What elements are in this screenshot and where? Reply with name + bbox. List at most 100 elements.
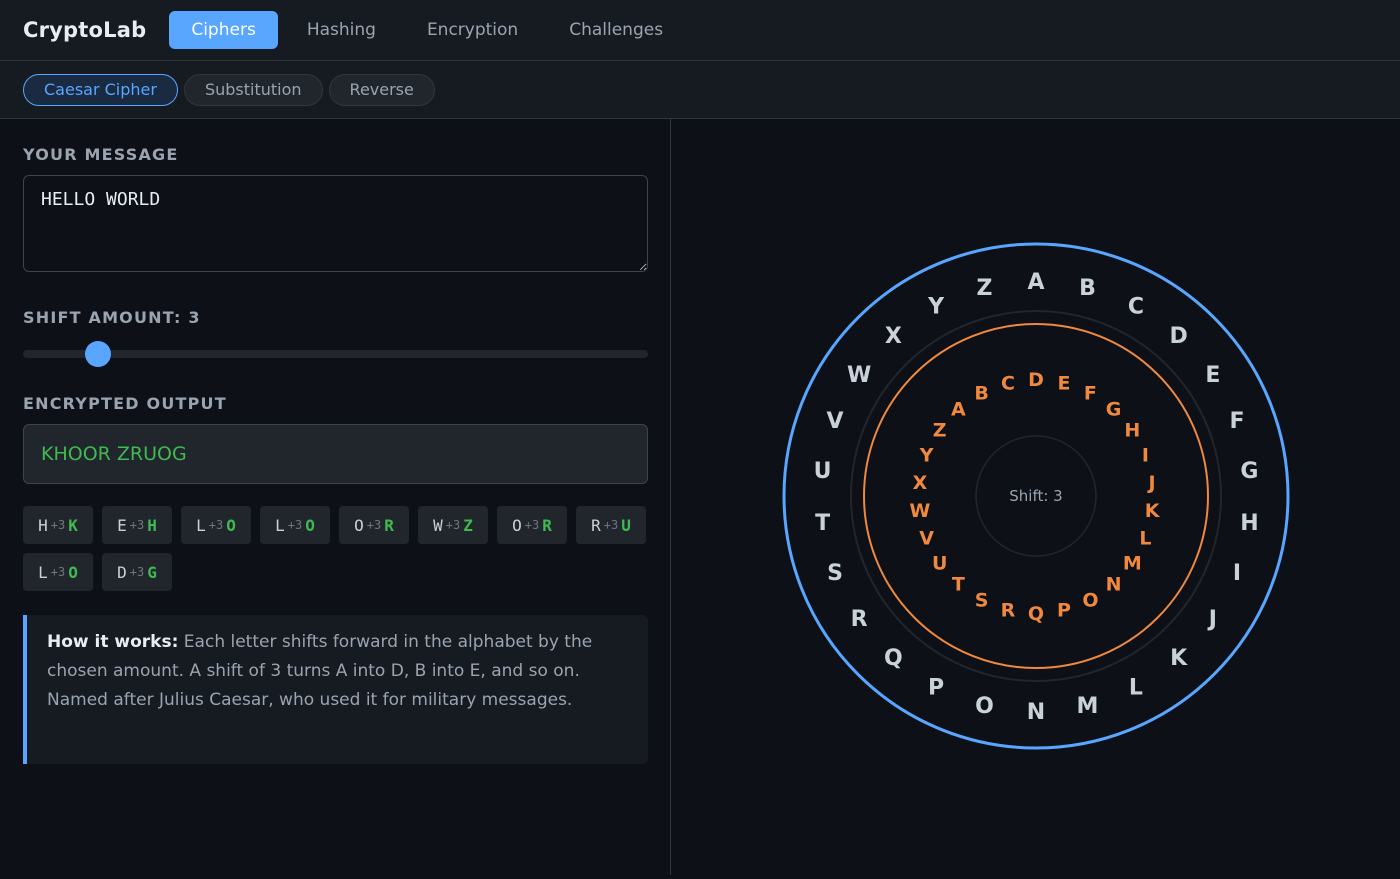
outer-wheel-letter: Q — [884, 646, 903, 671]
letter-mapping-chip: L +3 O — [260, 506, 330, 544]
sub-tab-reverse[interactable]: Reverse — [328, 73, 435, 106]
outer-wheel-letter: M — [1077, 694, 1099, 719]
mapping-source-letter: D — [117, 562, 127, 582]
mapping-result-letter: K — [68, 515, 78, 535]
outer-wheel-letter: P — [928, 675, 944, 700]
outer-wheel-letter: O — [975, 694, 994, 719]
top-navigation: CryptoLab Ciphers Hashing Encryption Cha… — [0, 0, 1400, 61]
outer-wheel-letter: V — [826, 409, 843, 434]
letter-mapping-chip: D +3 G — [102, 553, 172, 591]
cipher-wheel-panel: ABCDEFGHIJKLMNOPQRSTUVWXYZ ABCDEFGHIJKLM… — [671, 119, 1400, 875]
info-title: How it works: — [47, 632, 179, 652]
how-it-works-note: How it works: Each letter shifts forward… — [23, 615, 648, 764]
outer-wheel-letter: T — [815, 511, 830, 536]
inner-wheel-letter: W — [909, 500, 930, 522]
message-input[interactable]: HELLO WORLD — [23, 175, 648, 272]
mapping-shift-tag: +3 — [524, 518, 540, 532]
outer-wheel-letter: A — [1027, 270, 1044, 295]
mapping-shift-tag: +3 — [366, 518, 382, 532]
mapping-source-letter: R — [591, 515, 601, 535]
mapping-shift-tag: +3 — [50, 518, 66, 532]
sub-tab-substitution[interactable]: Substitution — [183, 73, 323, 106]
mapping-shift-tag: +3 — [129, 565, 145, 579]
inner-wheel-letter: X — [913, 472, 928, 494]
outer-wheel-letter: X — [885, 324, 902, 349]
mapping-result-letter: O — [226, 515, 236, 535]
mapping-result-letter: G — [147, 562, 157, 582]
shift-slider[interactable] — [23, 341, 648, 367]
shift-label-prefix: SHIFT AMOUNT: — [23, 308, 189, 327]
outer-wheel-letter: C — [1128, 295, 1144, 320]
outer-wheel-letter: Y — [927, 295, 945, 320]
letter-mapping-chip: E +3 H — [102, 506, 172, 544]
inner-wheel-letter: E — [1058, 372, 1071, 394]
mapping-shift-tag: +3 — [50, 565, 66, 579]
mapping-source-letter: L — [275, 515, 285, 535]
encrypted-output: KHOOR ZRUOG — [23, 424, 648, 484]
outer-wheel-letter: H — [1240, 511, 1258, 536]
inner-wheel-letter: B — [974, 382, 988, 404]
letter-mapping-list: H +3 K E +3 H L +3 O L +3 O O +3 R W +3 Z O +3 R R +3 U L +3 O D +3 G — [23, 506, 648, 591]
inner-wheel-letter: D — [1028, 369, 1044, 391]
inner-wheel-letter: Q — [1028, 603, 1044, 625]
outer-wheel-letter: S — [827, 561, 843, 586]
mapping-shift-tag: +3 — [287, 518, 303, 532]
mapping-source-letter: H — [38, 515, 48, 535]
inner-wheel-letter: Y — [919, 445, 934, 467]
shift-center-label: Shift: 3 — [1009, 487, 1062, 505]
outer-wheel-letter: F — [1229, 409, 1244, 434]
shift-label-value: 3 — [188, 308, 201, 327]
mapping-source-letter: W — [433, 515, 443, 535]
cipher-type-tabs: Caesar Cipher Substitution Reverse — [0, 61, 1400, 119]
outer-wheel-letter: D — [1169, 324, 1187, 349]
outer-wheel-letter: U — [814, 459, 832, 484]
outer-wheel-letter: G — [1240, 459, 1258, 484]
caesar-cipher-wheel: A BCDEFGHIJKLMNOPQRSTUVWXYZ AB C D E FGHIJKLM… — [782, 242, 1290, 750]
inner-wheel-letter: I — [1142, 445, 1149, 467]
mapping-shift-tag: +3 — [445, 518, 461, 532]
outer-wheel-letter: R — [851, 607, 868, 632]
mapping-source-letter: L — [196, 515, 206, 535]
nav-tab-ciphers[interactable]: Ciphers — [169, 11, 278, 49]
inner-wheel-letter: R — [1001, 600, 1016, 622]
inner-wheel-letter: N — [1106, 574, 1122, 596]
app-brand: CryptoLab — [23, 18, 147, 42]
letter-mapping-chip: W +3 Z — [418, 506, 488, 544]
shift-slider-thumb[interactable] — [85, 341, 111, 367]
letter-mapping-chip: L +3 O — [23, 553, 93, 591]
nav-tab-challenges[interactable]: Challenges — [547, 11, 685, 49]
mapping-shift-tag: +3 — [129, 518, 145, 532]
letter-mapping-chip: O +3 R — [497, 506, 567, 544]
outer-wheel-letter: N — [1027, 700, 1045, 725]
mapping-shift-tag: +3 — [208, 518, 224, 532]
mapping-source-letter: O — [354, 515, 364, 535]
inner-wheel-letter: G — [1106, 398, 1122, 420]
inner-wheel-letter: A — [951, 398, 966, 420]
inner-wheel-letter: L — [1139, 528, 1151, 550]
mapping-source-letter: L — [38, 562, 48, 582]
inner-wheel-letter: O — [1082, 590, 1098, 612]
inner-wheel-letter: S — [975, 590, 989, 612]
inner-wheel-letter: C — [1001, 372, 1015, 394]
inner-wheel-letter: P — [1057, 600, 1071, 622]
outer-wheel-letter: I — [1233, 561, 1241, 586]
mapping-result-letter: O — [68, 562, 78, 582]
letter-mapping-chip: L +3 O — [181, 506, 251, 544]
mapping-result-letter: Z — [463, 515, 473, 535]
letter-mapping-chip: H +3 K — [23, 506, 93, 544]
outer-wheel-letter: B — [1079, 276, 1096, 301]
inner-wheel-letter: T — [952, 574, 965, 596]
inner-wheel-letter: K — [1145, 500, 1161, 522]
mapping-shift-tag: +3 — [603, 518, 619, 532]
nav-tab-encryption[interactable]: Encryption — [405, 11, 540, 49]
mapping-result-letter: H — [147, 515, 157, 535]
inner-wheel-letter: J — [1147, 472, 1156, 494]
output-label: ENCRYPTED OUTPUT — [23, 394, 227, 413]
sub-tab-caesar-cipher[interactable]: Caesar Cipher — [23, 73, 178, 106]
mapping-result-letter: O — [305, 515, 315, 535]
letter-mapping-chip: R +3 U — [576, 506, 646, 544]
letter-mapping-chip: O +3 R — [339, 506, 409, 544]
inner-wheel-letter: F — [1084, 382, 1097, 404]
mapping-source-letter: E — [117, 515, 127, 535]
nav-tab-hashing[interactable]: Hashing — [285, 11, 398, 49]
